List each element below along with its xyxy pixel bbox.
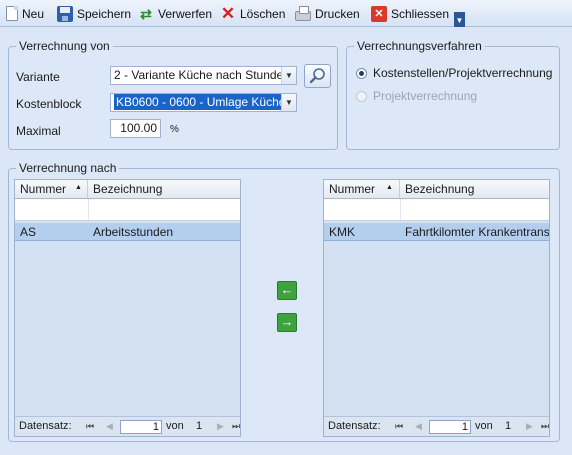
toolbar: Neu Speichern ⇄ Verwerfen ✕ Löschen Druc… bbox=[0, 0, 572, 27]
variante-label: Variante bbox=[16, 70, 60, 84]
kostenblock-select[interactable]: KB0600 - 0600 - Umlage Küche ▼ bbox=[110, 93, 297, 112]
discard-label: Verwerfen bbox=[158, 6, 213, 21]
left-grid-header: Nummer ▲ Bezeichnung bbox=[15, 180, 240, 199]
verfahren-title: Verrechnungsverfahren bbox=[354, 39, 485, 53]
magnifier-icon bbox=[309, 68, 325, 84]
cell-bezeichnung: Fahrtkilomter Krankentrans... bbox=[405, 225, 549, 239]
table-row[interactable]: KMK Fahrtkilomter Krankentrans... bbox=[324, 223, 549, 241]
move-right-button[interactable]: → bbox=[277, 313, 297, 332]
close-label: Schliessen bbox=[391, 6, 450, 21]
col-bezeichnung-label: Bezeichnung bbox=[405, 182, 475, 196]
move-left-button[interactable]: ← bbox=[277, 281, 297, 300]
nav-prev-icon[interactable]: ◀ bbox=[415, 417, 422, 436]
new-label: Neu bbox=[22, 6, 45, 21]
print-button[interactable]: Drucken bbox=[295, 3, 360, 24]
sort-asc-icon: ▲ bbox=[386, 184, 393, 191]
floppy-disk-icon bbox=[57, 5, 73, 22]
search-button[interactable] bbox=[304, 64, 331, 88]
total-label: 1 bbox=[505, 420, 512, 432]
delete-button[interactable]: ✕ Löschen bbox=[220, 3, 286, 24]
discard-button[interactable]: ⇄ Verwerfen bbox=[138, 3, 212, 24]
col-nummer-label: Nummer bbox=[329, 182, 376, 196]
new-button[interactable]: Neu bbox=[6, 3, 44, 24]
close-button[interactable]: ✕ Schliessen bbox=[371, 3, 449, 24]
table-row[interactable]: AS Arbeitsstunden bbox=[15, 223, 240, 241]
nav-prev-icon[interactable]: ◀ bbox=[106, 417, 113, 436]
maximal-input[interactable]: 100.00 bbox=[110, 119, 161, 138]
delete-x-icon: ✕ bbox=[220, 3, 236, 23]
datensatz-label: Datensatz: bbox=[328, 420, 381, 432]
radio-kostenstellen-label: Kostenstellen/Projektverrechnung bbox=[373, 66, 553, 80]
radio-kostenstellen[interactable]: Kostenstellen/Projektverrechnung bbox=[356, 66, 552, 80]
kostenblock-value: KB0600 - 0600 - Umlage Küche bbox=[114, 94, 288, 110]
nav-last-icon[interactable]: ⏭ bbox=[232, 417, 240, 436]
nav-next-icon[interactable]: ▶ bbox=[526, 417, 533, 436]
radio-selected-icon[interactable] bbox=[356, 67, 367, 79]
col-nummer-label: Nummer bbox=[20, 182, 67, 196]
new-document-icon bbox=[6, 6, 18, 21]
print-label: Drucken bbox=[315, 6, 360, 21]
nav-last-icon[interactable]: ⏭ bbox=[541, 417, 549, 436]
discard-arrows-icon: ⇄ bbox=[140, 5, 152, 22]
kostenblock-label: Kostenblock bbox=[16, 97, 82, 111]
save-button[interactable]: Speichern bbox=[57, 3, 131, 24]
radio-projekt: Projektverrechnung bbox=[356, 89, 477, 103]
cell-bezeichnung: Arbeitsstunden bbox=[93, 225, 174, 239]
von-label: von bbox=[166, 420, 184, 432]
toolbar-overflow-menu[interactable]: ▼ bbox=[454, 12, 465, 27]
left-grid: Nummer ▲ Bezeichnung AS Arbeitsstunden D… bbox=[14, 179, 241, 437]
percent-unit: % bbox=[170, 124, 179, 135]
cell-nummer: KMK bbox=[329, 225, 356, 239]
left-grid-filter-row[interactable] bbox=[15, 199, 240, 221]
right-grid-footer: Datensatz: ⏮ ◀ 1 von 1 ▶ ⏭ bbox=[324, 416, 549, 436]
save-label: Speichern bbox=[77, 6, 132, 21]
col-bezeichnung-header[interactable]: Bezeichnung bbox=[400, 180, 551, 198]
right-grid: Nummer ▲ Bezeichnung KMK Fahrtkilomter K… bbox=[323, 179, 550, 437]
von-label: von bbox=[475, 420, 493, 432]
maximal-label: Maximal bbox=[16, 124, 61, 138]
cell-nummer: AS bbox=[20, 225, 37, 239]
left-grid-footer: Datensatz: ⏮ ◀ 1 von 1 ▶ ⏭ bbox=[15, 416, 240, 436]
right-grid-header: Nummer ▲ Bezeichnung bbox=[324, 180, 549, 199]
page-input[interactable]: 1 bbox=[120, 420, 162, 434]
nav-first-icon[interactable]: ⏮ bbox=[395, 417, 403, 436]
radio-projekt-label: Projektverrechnung bbox=[373, 89, 478, 103]
arrow-left-icon: ← bbox=[280, 282, 294, 297]
verrechnung-von-title: Verrechnung von bbox=[16, 39, 113, 53]
chevron-down-icon: ▼ bbox=[455, 16, 464, 25]
close-x-icon: ✕ bbox=[371, 5, 387, 22]
datensatz-label: Datensatz: bbox=[19, 420, 72, 432]
chevron-down-icon[interactable]: ▼ bbox=[281, 67, 296, 84]
total-label: 1 bbox=[196, 420, 203, 432]
page-input[interactable]: 1 bbox=[429, 420, 471, 434]
radio-unselected-icon bbox=[356, 90, 367, 102]
right-grid-filter-row[interactable] bbox=[324, 199, 549, 221]
verrechnung-nach-title: Verrechnung nach bbox=[16, 161, 120, 175]
sort-asc-icon: ▲ bbox=[75, 184, 82, 191]
variante-select[interactable]: 2 - Variante Küche nach Stunden ▼ bbox=[110, 66, 297, 85]
variante-value: 2 - Variante Küche nach Stunden bbox=[114, 68, 290, 82]
arrow-right-icon: → bbox=[280, 314, 294, 329]
col-bezeichnung-label: Bezeichnung bbox=[93, 182, 163, 196]
delete-label: Löschen bbox=[240, 6, 286, 21]
nav-first-icon[interactable]: ⏮ bbox=[86, 417, 94, 436]
nav-next-icon[interactable]: ▶ bbox=[217, 417, 224, 436]
printer-icon bbox=[295, 5, 311, 21]
col-bezeichnung-header[interactable]: Bezeichnung bbox=[88, 180, 242, 198]
chevron-down-icon[interactable]: ▼ bbox=[281, 94, 296, 111]
